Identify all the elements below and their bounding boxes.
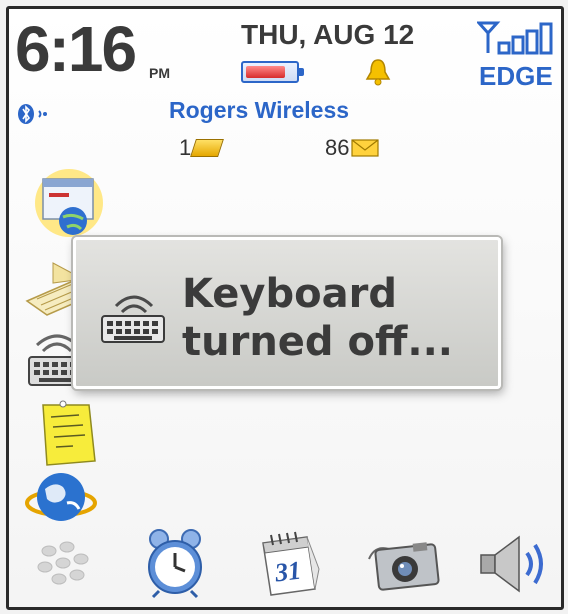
camera-icon[interactable] [361,529,447,599]
sms-count: 1 [179,135,192,160]
sms-counter[interactable]: 1 [179,135,225,161]
battery-icon [241,61,304,83]
alarm-bell-icon [365,59,391,86]
alarm-clock-icon[interactable] [133,529,219,599]
dialog-message: Keyboard turned off... [182,270,453,366]
network-type-label: EDGE [479,61,553,91]
browser-icon[interactable] [23,169,109,239]
home-screen: 6:16 PM THU, AUG 12 EDGE Rogers Wireless… [6,6,564,610]
carrier-name: Rogers Wireless [169,97,350,123]
battery-level-fill [246,66,285,78]
globe-icon[interactable] [23,465,109,535]
date-label: THU, AUG 12 [241,19,415,50]
clock-time: 6:16 [15,13,137,85]
bluetooth-icon [18,104,47,124]
keyboard-off-dialog: Keyboard turned off... [73,237,501,389]
sms-icon [190,139,225,157]
keyboard-icon [101,295,165,343]
signal-strength-icon [477,21,553,55]
sticky-note-icon[interactable] [23,399,109,469]
speaker-icon[interactable] [471,529,557,599]
calendar-icon[interactable]: 31 [249,529,335,599]
envelope-icon [351,139,380,157]
dialog-line-1: Keyboard [182,271,397,317]
applications-icon[interactable] [27,529,113,599]
clock-ampm: PM [149,65,170,81]
mail-counter[interactable]: 86 [325,135,380,161]
calendar-day: 31 [273,555,303,588]
dialog-line-2: turned off... [182,319,453,365]
mail-count: 86 [325,135,350,160]
